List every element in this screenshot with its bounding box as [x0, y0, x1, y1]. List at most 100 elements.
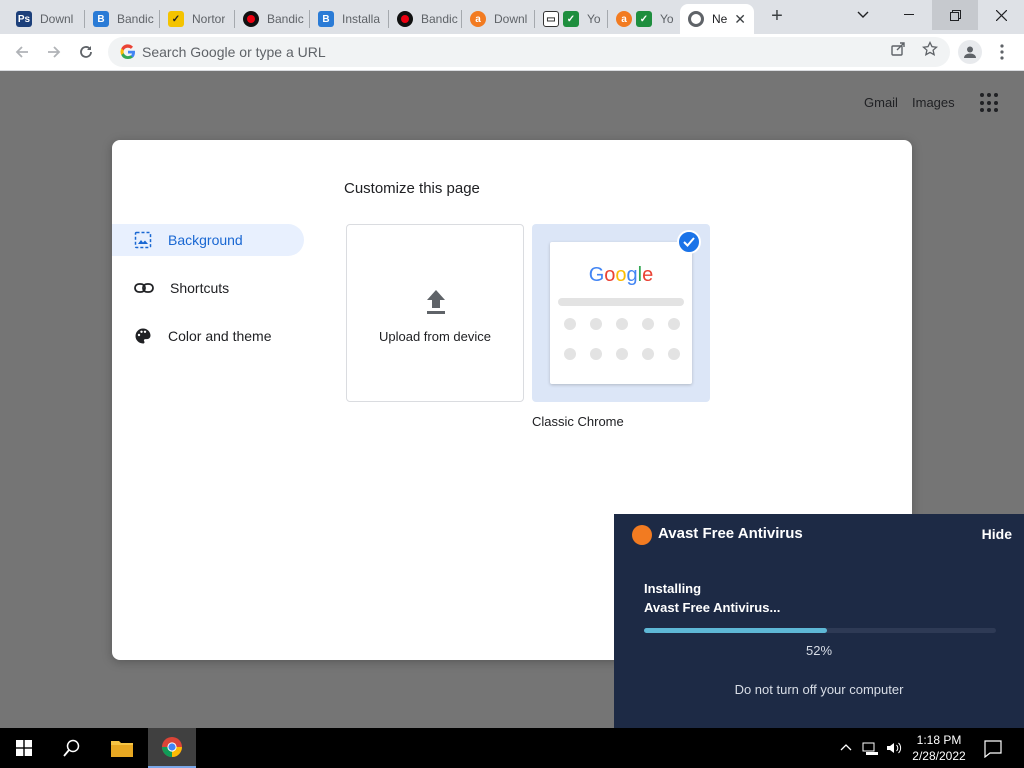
tab-title: Nortor [192, 12, 226, 26]
windows-logo-icon [16, 740, 32, 756]
tab-norton[interactable]: ✓ Nortor [160, 4, 232, 34]
tab-title: Bandic [117, 12, 154, 26]
network-icon[interactable] [862, 740, 878, 756]
photoscape-icon: Ps [16, 11, 32, 27]
tab-title: Yo [660, 12, 674, 26]
profile-avatar-button[interactable] [958, 40, 982, 64]
tab-yo-1[interactable]: ▭ ✓ Yo [535, 4, 605, 34]
tab-bandicam-3[interactable]: Bandic [389, 4, 459, 34]
green-check-icon: ✓ [563, 11, 579, 27]
clock-time: 1:18 PM [916, 733, 962, 747]
tab-title: Downl [40, 12, 74, 26]
upload-icon [427, 290, 445, 314]
volume-icon[interactable] [886, 740, 902, 756]
chrome-icon [688, 11, 704, 27]
tab-title: Yo [587, 12, 601, 26]
restore-button[interactable] [932, 0, 978, 30]
tab-downloads-1[interactable]: Ps Downl [8, 4, 82, 34]
close-window-button[interactable] [978, 0, 1024, 30]
images-link[interactable]: Images [912, 95, 955, 110]
bandicam-b-icon: B [93, 11, 109, 27]
bandicam-record-icon [397, 11, 413, 27]
sidebar-item-label: Color and theme [168, 328, 272, 344]
bandicam-b-icon: B [318, 11, 334, 27]
chevron-up-icon[interactable] [838, 740, 854, 756]
upload-label: Upload from device [379, 329, 491, 344]
windows-taskbar: 1:18 PM 2/28/2022 [0, 728, 1024, 768]
back-button[interactable] [10, 40, 34, 64]
avast-icon: a [470, 11, 486, 27]
sidebar-item-background[interactable]: Background [112, 224, 304, 256]
hide-button[interactable]: Hide [982, 526, 1012, 542]
kebab-menu-icon[interactable] [996, 43, 1008, 61]
tab-title: Bandic [267, 12, 304, 26]
clock-date: 2/28/2022 [912, 749, 966, 763]
install-status-line1: Installing [644, 581, 702, 596]
tab-search-chevron-icon[interactable] [840, 0, 886, 30]
selected-check-icon [677, 230, 701, 254]
sidebar-item-color-theme[interactable]: Color and theme [112, 320, 304, 352]
notifications-icon[interactable] [984, 740, 1002, 758]
tab-new-tab-active[interactable]: Ne ✕ [680, 4, 754, 34]
arrow-right-icon [48, 46, 61, 58]
google-apps-icon[interactable] [980, 93, 1000, 113]
avast-popup-title: Avast Free Antivirus [658, 525, 803, 542]
install-warning: Do not turn off your computer [734, 682, 904, 697]
green-check-icon: ✓ [636, 11, 652, 27]
bandicam-record-icon [243, 11, 259, 27]
chrome-icon [161, 737, 183, 758]
gmail-link[interactable]: Gmail [864, 95, 898, 110]
bookmark-star-icon[interactable] [922, 41, 938, 57]
tab-install[interactable]: B Installa [310, 4, 386, 34]
sidebar-item-shortcuts[interactable]: Shortcuts [112, 272, 304, 304]
tab-title: Installa [342, 12, 381, 26]
dialog-title: Customize this page [344, 180, 480, 197]
upload-from-device-tile[interactable]: Upload from device [346, 224, 524, 402]
chrome-taskbar-button[interactable] [148, 728, 196, 768]
taskbar-search-button[interactable] [48, 728, 96, 768]
install-progress-percent: 52% [805, 643, 833, 658]
avast-icon: a [616, 11, 632, 27]
arrow-left-icon [15, 46, 28, 58]
install-status-line2: Avast Free Antivirus... [644, 600, 781, 615]
folder-icon [111, 741, 133, 757]
install-progress-fill [644, 628, 828, 633]
tab-downloads-2[interactable]: a Downl [462, 4, 532, 34]
sidebar-item-label: Shortcuts [170, 280, 230, 296]
forward-button[interactable] [42, 40, 66, 64]
system-clock[interactable]: 1:18 PM 2/28/2022 [906, 732, 972, 764]
share-icon[interactable] [890, 41, 906, 57]
omnibox-placeholder: Search Google or type a URL [142, 44, 326, 60]
classic-chrome-preview: Google [550, 242, 692, 384]
tab-title: Ne [712, 12, 728, 26]
minimize-button[interactable] [886, 0, 932, 30]
tab-bandicam-1[interactable]: B Bandic [85, 4, 157, 34]
tab-yo-2[interactable]: a ✓ Yo [608, 4, 678, 34]
classic-chrome-label: Classic Chrome [532, 414, 624, 429]
palette-icon [135, 328, 151, 344]
monitor-icon: ▭ [543, 11, 559, 27]
avast-install-popup: Avast Free Antivirus Hide Installing Ava… [614, 514, 1024, 728]
google-g-icon [120, 44, 135, 60]
classic-chrome-tile[interactable]: Google [532, 224, 710, 402]
omnibox[interactable]: Search Google or type a URL [108, 37, 950, 67]
new-tab-button[interactable]: + [766, 6, 788, 28]
reload-button[interactable] [74, 40, 98, 64]
install-progress-bar [644, 628, 996, 633]
link-icon [134, 283, 154, 293]
google-logo: Google [588, 264, 654, 286]
avast-logo-icon [632, 525, 652, 545]
person-icon [964, 46, 976, 58]
tab-bandicam-2[interactable]: Bandic [235, 4, 307, 34]
image-icon [134, 231, 152, 249]
tab-title: Bandic [421, 12, 458, 26]
sidebar-item-label: Background [168, 232, 243, 248]
norton-check-icon: ✓ [168, 11, 184, 27]
tab-strip: Ps Downl B Bandic ✓ Nortor Bandic B Installa… [0, 0, 1024, 34]
start-button[interactable] [0, 728, 48, 768]
reload-icon [80, 46, 92, 58]
close-tab-icon[interactable]: ✕ [734, 11, 746, 28]
browser-toolbar: Search Google or type a URL [0, 34, 1024, 71]
tab-title: Downl [494, 12, 528, 26]
file-explorer-button[interactable] [98, 728, 146, 768]
